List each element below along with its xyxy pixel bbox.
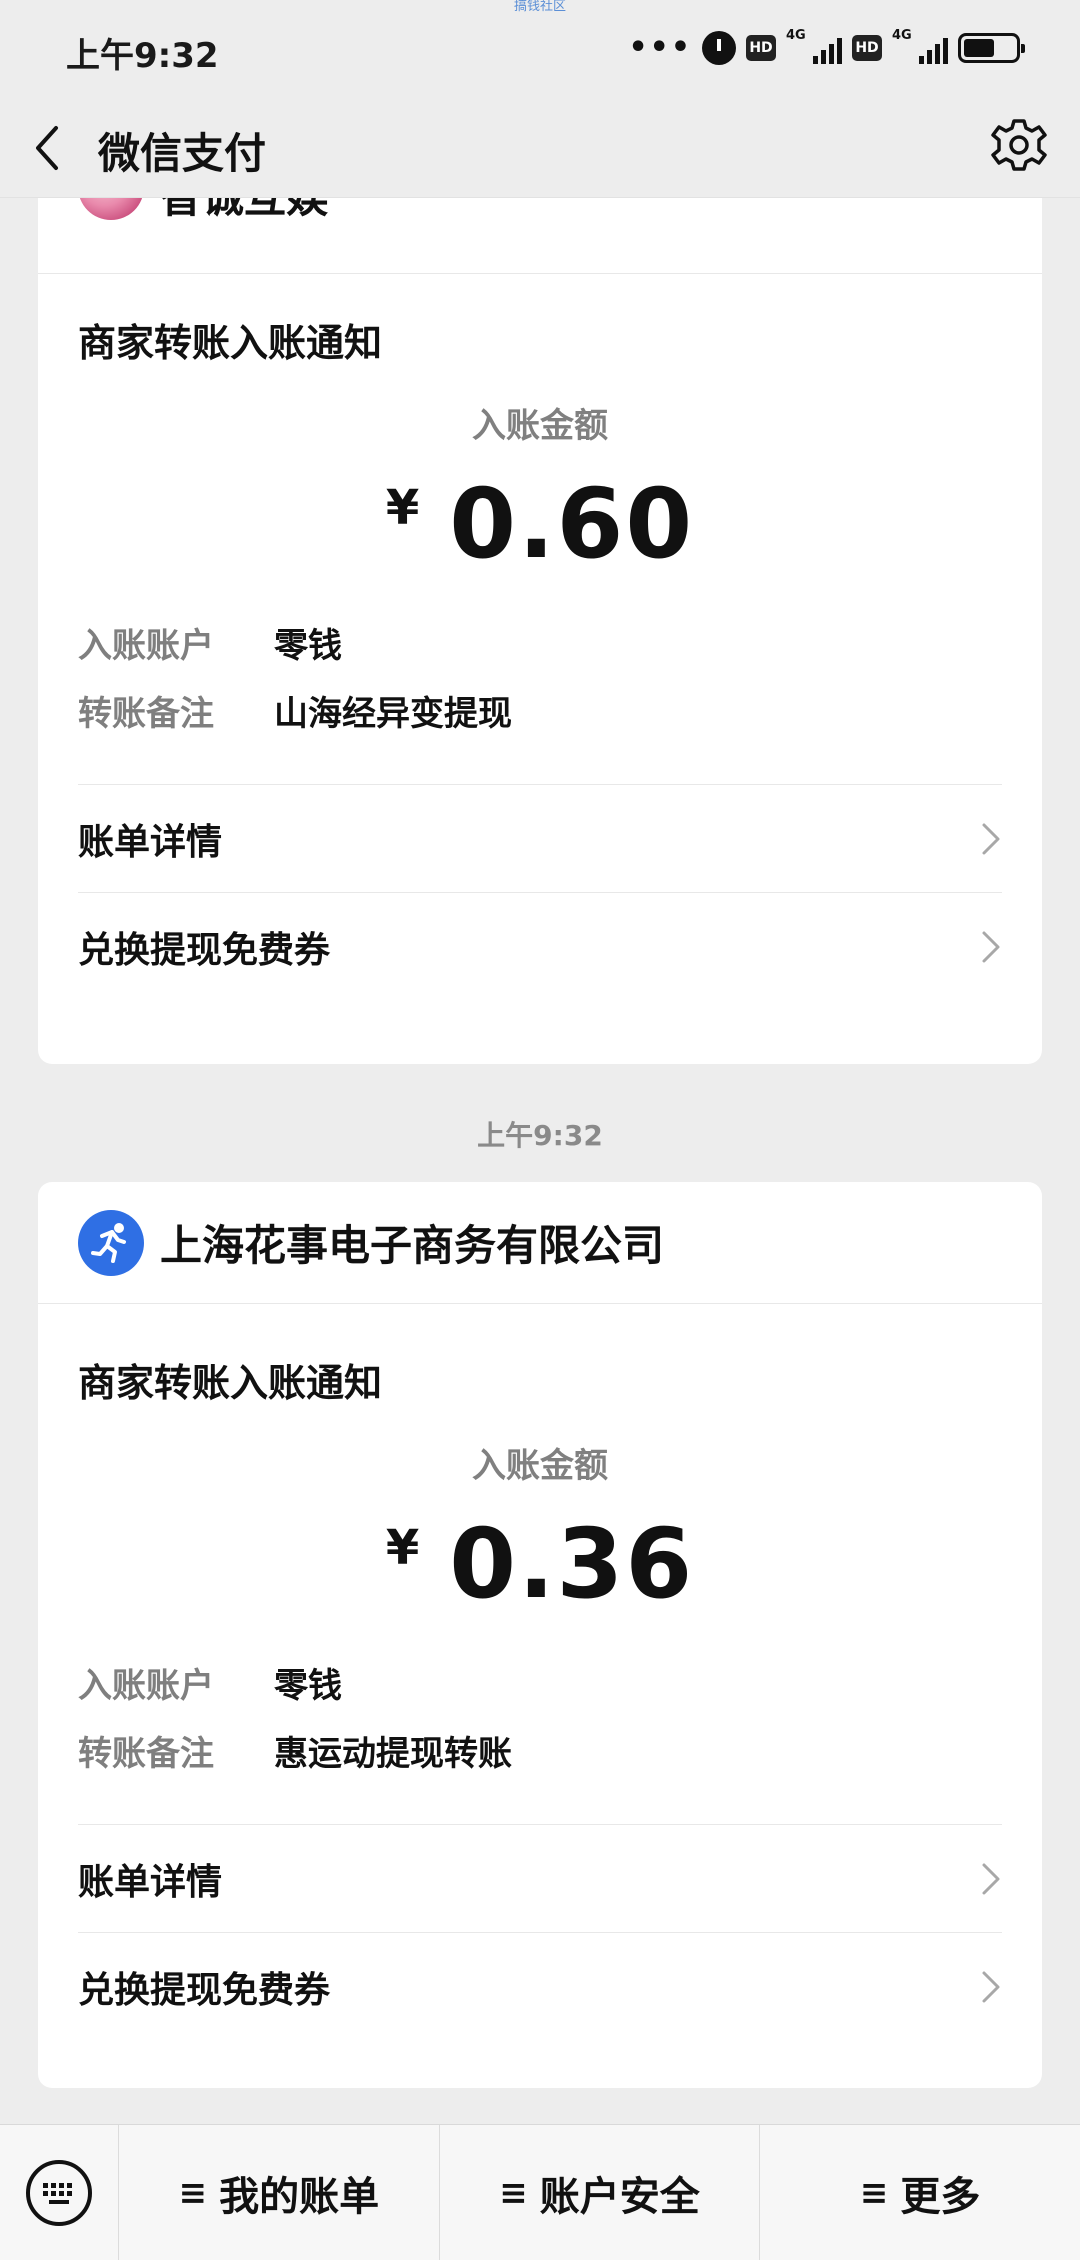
merchant-name: 上海花事电子商务有限公司 xyxy=(160,1221,665,1270)
bill-detail-link[interactable]: 账单详情 xyxy=(78,1824,1002,1932)
notification-card[interactable]: 智诚互娱 商家转账入账通知 入账金额 ¥0.60 入账账户 零钱 转账备注 山海… xyxy=(38,154,1042,1064)
status-icons: ••• HD 4G HD 4G xyxy=(628,28,1025,68)
remark-row: 转账备注 山海经异变提现 xyxy=(78,676,1002,744)
hd-icon: HD xyxy=(852,35,882,61)
account-key: 入账账户 xyxy=(78,625,214,666)
amount-label: 入账金额 xyxy=(472,406,608,446)
voucher-label: 兑换提现免费券 xyxy=(78,1969,331,2011)
menu-icon: ≡ xyxy=(499,2172,528,2213)
currency-symbol: ¥ xyxy=(385,1520,420,1576)
account-value: 零钱 xyxy=(274,625,342,666)
bill-detail-label: 账单详情 xyxy=(78,1861,223,1903)
gear-icon xyxy=(991,119,1047,171)
alarm-icon xyxy=(702,31,736,65)
chevron-right-icon xyxy=(982,1971,1000,2002)
remark-value: 山海经异变提现 xyxy=(274,693,512,734)
menu-my-bills[interactable]: ≡ 我的账单 xyxy=(118,2124,439,2260)
keyboard-toggle-button[interactable] xyxy=(0,2125,118,2260)
menu-icon: ≡ xyxy=(859,2172,889,2213)
runner-icon xyxy=(91,1222,126,1263)
status-bar: 上午9:32 ••• HD 4G HD 4G xyxy=(0,0,1080,100)
page-title: 微信支付 xyxy=(98,129,267,178)
menu-label: 更多 xyxy=(900,2173,981,2220)
voucher-link[interactable]: 兑换提现免费券 xyxy=(78,892,1002,1000)
bill-detail-label: 账单详情 xyxy=(78,821,223,863)
voucher-label: 兑换提现免费券 xyxy=(78,929,331,971)
notice-title: 商家转账入账通知 xyxy=(78,1361,383,1405)
amount-value: 0.60 xyxy=(449,468,695,580)
menu-icon: ≡ xyxy=(178,2172,208,2213)
merchant-header[interactable]: 上海花事电子商务有限公司 xyxy=(38,1182,1042,1304)
remark-key: 转账备注 xyxy=(78,693,214,734)
card-body: 商家转账入账通知 入账金额 ¥0.36 入账账户 零钱 转账备注 惠运动提现转账… xyxy=(38,1304,1042,2040)
menu-label: 我的账单 xyxy=(219,2173,380,2220)
bill-detail-link[interactable]: 账单详情 xyxy=(78,784,1002,892)
account-row: 入账账户 零钱 xyxy=(78,1648,1002,1716)
remark-row: 转账备注 惠运动提现转账 xyxy=(78,1716,1002,1784)
more-dots-icon: ••• xyxy=(628,30,692,65)
menu-more[interactable]: ≡ 更多 xyxy=(759,2124,1080,2260)
status-time: 上午9:32 xyxy=(66,36,219,76)
amount-label: 入账金额 xyxy=(472,1446,608,1486)
voucher-link[interactable]: 兑换提现免费券 xyxy=(78,1932,1002,2040)
remark-key: 转账备注 xyxy=(78,1733,214,1774)
hd-icon: HD xyxy=(746,35,776,61)
chevron-right-icon xyxy=(982,823,1000,854)
merchant-avatar xyxy=(78,1209,144,1276)
nav-bar: 微信支付 xyxy=(0,100,1080,198)
amount: ¥0.36 xyxy=(78,1488,1002,1638)
network-label: 4G xyxy=(786,28,806,43)
account-key: 入账账户 xyxy=(78,1665,214,1706)
remark-value: 惠运动提现转账 xyxy=(274,1733,512,1774)
currency-symbol: ¥ xyxy=(385,480,420,536)
notice-title: 商家转账入账通知 xyxy=(78,321,383,365)
amount-value: 0.36 xyxy=(449,1508,695,1620)
notification-card[interactable]: 上海花事电子商务有限公司 商家转账入账通知 入账金额 ¥0.36 入账账户 零钱… xyxy=(38,1182,1042,2088)
signal-4g-icon: 4G xyxy=(892,28,948,66)
back-button[interactable] xyxy=(26,118,86,178)
battery-icon xyxy=(958,33,1025,63)
signal-4g-icon: 4G xyxy=(786,28,842,66)
wechat-pay-chat: 搞钱社区 上午9:32 ••• HD 4G HD 4G 微信支付 商家转账入账通… xyxy=(0,0,1080,2260)
chevron-left-icon xyxy=(36,126,58,170)
menu-account-security[interactable]: ≡ 账户安全 xyxy=(438,2124,760,2260)
chevron-right-icon xyxy=(982,931,1000,962)
keyboard-icon xyxy=(26,2159,92,2226)
settings-button[interactable] xyxy=(986,112,1052,178)
message-timestamp: 上午9:32 xyxy=(477,1119,603,1152)
amount: ¥0.60 xyxy=(78,448,1002,598)
menu-label: 账户安全 xyxy=(539,2173,700,2220)
account-row: 入账账户 零钱 xyxy=(78,608,1002,676)
bottom-menu-bar: ≡ 我的账单 ≡ 账户安全 ≡ 更多 xyxy=(0,2124,1080,2260)
card-body: 商家转账入账通知 入账金额 ¥0.60 入账账户 零钱 转账备注 山海经异变提现… xyxy=(38,274,1042,1000)
chevron-right-icon xyxy=(982,1863,1000,1894)
network-label: 4G xyxy=(892,28,912,43)
account-value: 零钱 xyxy=(274,1665,342,1706)
